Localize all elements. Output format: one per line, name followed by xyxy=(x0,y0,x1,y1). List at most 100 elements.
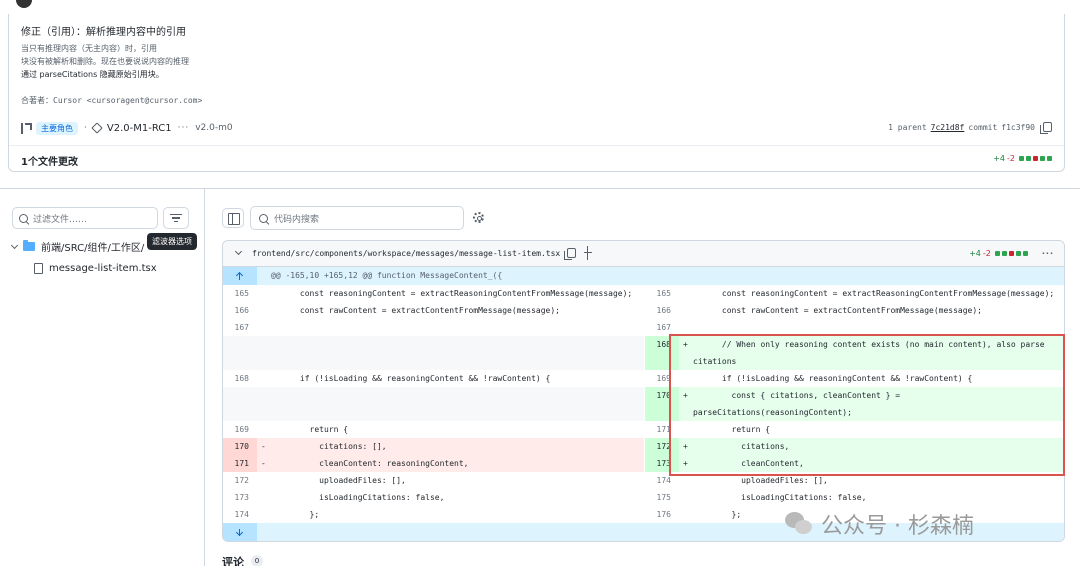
line-number[interactable]: 175 xyxy=(645,489,679,506)
parent-sha-link[interactable]: 7c21d8f xyxy=(931,123,965,132)
expand-up-icon xyxy=(236,272,244,280)
toggle-file-tree-button[interactable] xyxy=(222,208,244,228)
line-number[interactable]: 171 xyxy=(223,455,257,472)
additions-count: +4 xyxy=(993,154,1006,163)
line-number[interactable] xyxy=(223,387,257,421)
diffstat-square xyxy=(1022,251,1028,256)
code-text: const rawContent = extractContentFromMes… xyxy=(271,306,560,315)
more-tags-button[interactable]: ··· xyxy=(178,123,190,133)
commit-title: 修正（引用）：解析推理内容中的引用 xyxy=(21,27,186,38)
diffstat-square xyxy=(1008,251,1014,256)
diffstat-square xyxy=(1001,251,1007,256)
diffstat-square xyxy=(1015,251,1021,256)
line-number[interactable]: 167 xyxy=(223,319,257,336)
branch-badge[interactable]: 主要角色 xyxy=(36,121,78,135)
diff-line[interactable] xyxy=(223,387,644,421)
diff-line-removed[interactable]: 171- cleanContent: reasoningContent, xyxy=(223,455,644,472)
diff-file-path[interactable]: frontend/src/components/workspace/messag… xyxy=(252,249,560,258)
code-search-input[interactable]: 代码内搜索 xyxy=(250,206,464,230)
chevron-down-icon xyxy=(10,241,19,249)
line-number[interactable]: 169 xyxy=(223,421,257,438)
diffstat-square xyxy=(1040,156,1045,161)
tag-link[interactable]: v2.0-m0 xyxy=(195,123,232,133)
commit-body: 当只有推理内容（无主内容）时，引用 块没有被解析和删除。现在也要说说内容的推理 … xyxy=(21,42,189,81)
diffstat-square xyxy=(1026,156,1031,161)
tag-icon xyxy=(91,122,103,134)
line-number[interactable]: 166 xyxy=(223,302,257,319)
folder-icon xyxy=(23,240,35,251)
file-deletions: -2 xyxy=(982,249,991,258)
search-icon xyxy=(259,213,268,223)
diffstat-square xyxy=(1033,156,1038,161)
parent-commit-row: 1 parent 7c21d8f commit f1c3f90 xyxy=(888,122,1052,134)
folder-label: 前端/SRC/组件/工作区/ xyxy=(41,243,145,254)
line-number[interactable]: 176 xyxy=(645,506,679,523)
filter-files-placeholder: 过滤文件…… xyxy=(33,214,88,225)
diff-line[interactable]: 165 const reasoningContent = extractReas… xyxy=(645,285,1064,302)
diff-line[interactable]: 168 if (!isLoading && reasoningContent &… xyxy=(223,370,644,387)
code-text: isLoadingCitations: false, xyxy=(693,493,867,502)
file-label: message-list-item.tsx xyxy=(49,263,157,274)
expand-up-button[interactable] xyxy=(223,267,257,285)
filter-options-button[interactable] xyxy=(163,207,189,229)
diff-line[interactable]: 166 const rawContent = extractContentFro… xyxy=(223,302,644,319)
hunk-header-row: @@ -165,10 +165,12 @@ function MessageCo… xyxy=(223,267,1064,285)
copy-sha-icon[interactable] xyxy=(1040,122,1052,134)
commit-body-line: 当只有推理内容（无主内容）时，引用 xyxy=(21,44,157,53)
line-number[interactable] xyxy=(223,336,257,370)
filter-files-input[interactable]: 过滤文件…… xyxy=(12,207,158,229)
expand-all-icon[interactable] xyxy=(584,246,592,260)
gear-icon[interactable] xyxy=(473,212,484,223)
tree-folder-item[interactable]: 前端/SRC/组件/工作区/ xyxy=(10,239,145,254)
diff-line[interactable]: 174 }; xyxy=(223,506,644,523)
commit-body-line: 通过 parseCitations 隐藏原始引用块。 xyxy=(21,70,164,79)
code-text: uploadedFiles: [], xyxy=(271,476,406,485)
line-number[interactable]: 165 xyxy=(645,285,679,302)
diff-line-removed[interactable]: 170- citations: [], xyxy=(223,438,644,455)
diff-line[interactable] xyxy=(223,336,644,370)
filter-icon xyxy=(174,220,178,223)
commit-label: commit xyxy=(968,122,998,132)
hunk-header-text: @@ -165,10 +165,12 @@ function MessageCo… xyxy=(271,271,503,280)
code-text: if (!isLoading && reasoningContent && !r… xyxy=(271,374,551,383)
diff-line[interactable]: 167 xyxy=(223,319,644,336)
more-options-button[interactable]: ··· xyxy=(1042,249,1054,258)
line-number[interactable]: 170 xyxy=(223,438,257,455)
line-number[interactable]: 166 xyxy=(645,302,679,319)
files-changed-count: 1个文件更改 xyxy=(21,157,78,168)
commit-details-card: 修正（引用）：解析推理内容中的引用 当只有推理内容（无主内容）时，引用 块没有被… xyxy=(8,14,1065,172)
line-number[interactable]: 173 xyxy=(223,489,257,506)
coauthor-line: 合著者：Cursor <cursoragent@cursor.com> xyxy=(21,96,203,105)
highlight-annotation-box xyxy=(669,334,1065,476)
collapse-file-chevron-icon[interactable] xyxy=(234,247,243,256)
file-icon xyxy=(34,263,43,274)
avatar[interactable] xyxy=(16,0,32,8)
line-number[interactable]: 168 xyxy=(223,370,257,387)
line-number[interactable]: 172 xyxy=(223,472,257,489)
copy-path-icon[interactable] xyxy=(564,248,576,260)
code-text: return { xyxy=(271,425,349,434)
watermark-text: 公众号 · 杉森楠 xyxy=(821,514,974,539)
diff-line[interactable]: 165 const reasoningContent = extractReas… xyxy=(223,285,644,302)
files-changed-row: 1个文件更改 +4 -2 xyxy=(9,145,1064,171)
commit-sha: f1c3f90 xyxy=(1001,122,1035,132)
code-text: }; xyxy=(271,510,320,519)
diffstat-square xyxy=(1047,156,1052,161)
diff-line[interactable]: 166 const rawContent = extractContentFro… xyxy=(645,302,1064,319)
tree-file-item[interactable]: message-list-item.tsx xyxy=(34,263,157,274)
code-text: const reasoningContent = extractReasonin… xyxy=(693,289,1055,298)
watermark: 公众号 · 杉森楠 xyxy=(785,508,974,540)
code-text: const reasoningContent = extractReasonin… xyxy=(271,289,633,298)
diff-line[interactable]: 172 uploadedFiles: [], xyxy=(223,472,644,489)
diff-line[interactable]: 173 isLoadingCitations: false, xyxy=(223,489,644,506)
filter-icon xyxy=(172,217,180,219)
diff-line[interactable]: 175 isLoadingCitations: false, xyxy=(645,489,1064,506)
expand-down-button[interactable] xyxy=(223,523,257,541)
tag-link[interactable]: V2.0-M1-RC1 xyxy=(107,123,172,134)
diffstat: +4 -2 xyxy=(993,154,1052,163)
line-number[interactable]: 174 xyxy=(223,506,257,523)
line-number[interactable]: 165 xyxy=(223,285,257,302)
file-additions: +4 xyxy=(969,249,981,258)
filter-icon xyxy=(170,213,182,216)
diff-line[interactable]: 169 return { xyxy=(223,421,644,438)
